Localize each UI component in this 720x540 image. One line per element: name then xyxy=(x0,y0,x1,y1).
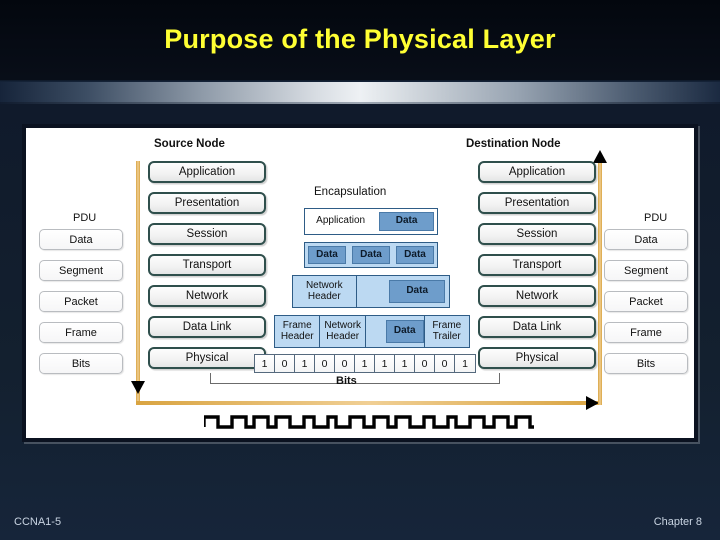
encap-cell-frame-data: Data xyxy=(385,320,424,343)
bit-cell: 0 xyxy=(435,355,455,372)
encap-row-segments: Data Data Data xyxy=(304,242,438,268)
destination-layer-data-link: Data Link xyxy=(478,316,596,338)
pdu-box-right-bits: Bits xyxy=(604,353,688,374)
bit-cell: 0 xyxy=(315,355,335,372)
encap-cell-frame-network-header: Network Header xyxy=(320,316,366,347)
source-layer-data-link: Data Link xyxy=(148,316,266,338)
destination-layer-presentation: Presentation xyxy=(478,192,596,214)
bits-caption: Bits xyxy=(336,375,357,387)
encap-row-application: Application Data xyxy=(304,208,438,235)
encap-cell-application: Application xyxy=(316,215,366,227)
diagram-frame: Source Node Destination Node Encapsulati… xyxy=(22,124,698,442)
destination-layer-transport: Transport xyxy=(478,254,596,276)
source-layer-physical: Physical xyxy=(148,347,266,369)
square-wave-signal-icon xyxy=(204,415,534,429)
flow-path-bottom xyxy=(136,401,602,405)
encap-cell-network-header: Network Header xyxy=(293,276,357,307)
source-layer-session: Session xyxy=(148,223,266,245)
bit-cell: 0 xyxy=(415,355,435,372)
encap-cell-segment-1: Data xyxy=(308,246,346,264)
slide: Purpose of the Physical Layer Source Nod… xyxy=(0,0,720,540)
pdu-label-right: PDU xyxy=(644,212,668,224)
bit-cell: 1 xyxy=(255,355,275,372)
footer-course-label: CCNA1-5 xyxy=(14,516,62,528)
footer-chapter-label: Chapter 8 xyxy=(653,516,702,528)
encap-cell-packet-gap xyxy=(357,276,390,307)
encap-cell-data: Data xyxy=(379,212,434,231)
flow-path-source-down xyxy=(136,161,140,405)
encap-cell-frame-gap xyxy=(366,316,386,347)
destination-layer-network: Network xyxy=(478,285,596,307)
destination-layer-session: Session xyxy=(478,223,596,245)
source-node-heading: Source Node xyxy=(154,138,225,150)
bit-cell: 1 xyxy=(355,355,375,372)
title-divider-strip xyxy=(0,82,720,105)
source-layer-application: Application xyxy=(148,161,266,183)
pdu-box-left-bits: Bits xyxy=(39,353,123,374)
encap-cell-segment-3: Data xyxy=(396,246,434,264)
source-layer-network: Network xyxy=(148,285,266,307)
flow-arrow-down-icon xyxy=(131,381,145,394)
source-layer-transport: Transport xyxy=(148,254,266,276)
bit-cell: 1 xyxy=(375,355,395,372)
bit-cell: 1 xyxy=(395,355,415,372)
diagram-canvas: Source Node Destination Node Encapsulati… xyxy=(26,128,694,438)
pdu-box-left-data: Data xyxy=(39,229,123,250)
encapsulation-heading: Encapsulation xyxy=(314,186,387,198)
encap-cell-frame-trailer: Frame Trailer xyxy=(423,316,469,347)
page-title: Purpose of the Physical Layer xyxy=(164,24,556,54)
destination-layer-application: Application xyxy=(478,161,596,183)
bit-cell: 0 xyxy=(335,355,355,372)
pdu-box-left-packet: Packet xyxy=(39,291,123,312)
encap-cell-segment-2: Data xyxy=(352,246,390,264)
pdu-box-left-frame: Frame xyxy=(39,322,123,343)
destination-layer-physical: Physical xyxy=(478,347,596,369)
bit-cell: 1 xyxy=(455,355,475,372)
destination-node-heading: Destination Node xyxy=(466,138,561,150)
pdu-box-right-segment: Segment xyxy=(604,260,688,281)
encap-cell-packet-data: Data xyxy=(389,280,445,303)
pdu-box-right-data: Data xyxy=(604,229,688,250)
pdu-label-left: PDU xyxy=(73,212,97,224)
encap-row-frame: Frame Header Network Header Data Frame T… xyxy=(274,315,470,348)
source-layer-presentation: Presentation xyxy=(148,192,266,214)
encap-row-packet: Network Header Data xyxy=(292,275,450,308)
pdu-box-right-frame: Frame xyxy=(604,322,688,343)
encap-cell-frame-header: Frame Header xyxy=(275,316,321,347)
encap-row-bits: 1 0 1 0 0 1 1 1 0 0 1 xyxy=(254,354,476,373)
pdu-box-left-segment: Segment xyxy=(39,260,123,281)
pdu-box-right-packet: Packet xyxy=(604,291,688,312)
bit-cell: 0 xyxy=(275,355,295,372)
bit-cell: 1 xyxy=(295,355,315,372)
flow-arrow-up-icon xyxy=(593,150,607,163)
flow-path-destination-up xyxy=(598,161,602,405)
